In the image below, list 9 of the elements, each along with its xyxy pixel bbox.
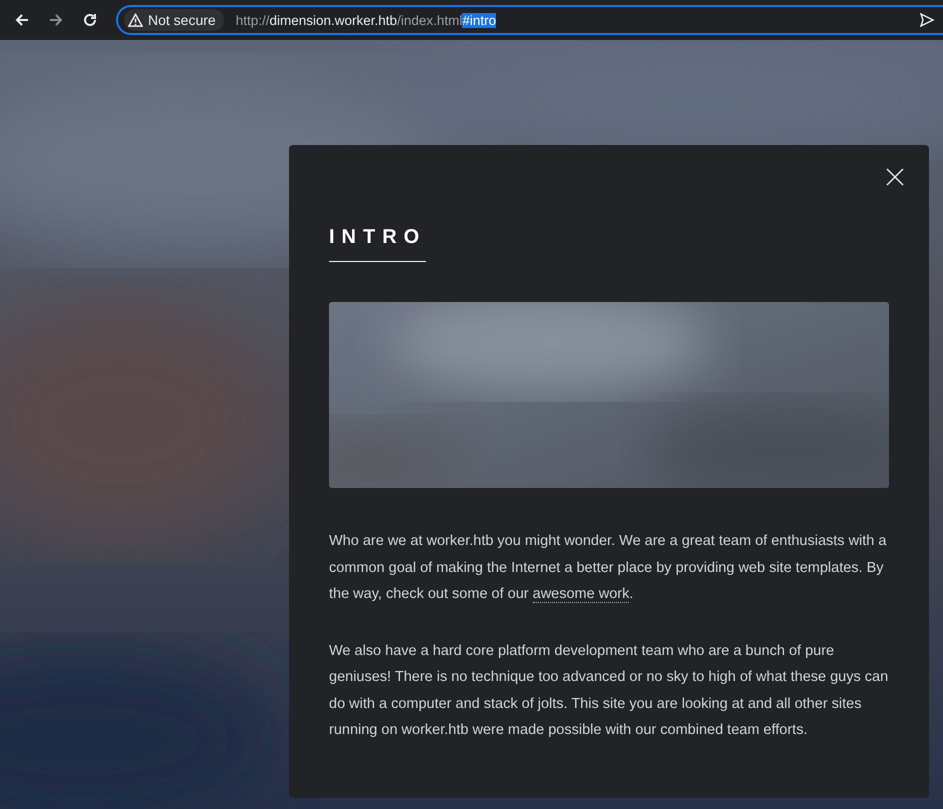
- send-icon[interactable]: [919, 12, 935, 28]
- back-icon[interactable]: [14, 12, 30, 28]
- security-chip[interactable]: Not secure: [124, 9, 224, 31]
- address-bar[interactable]: Not secure http://dimension.worker.htb/index.html#intro: [116, 5, 943, 35]
- reload-icon[interactable]: [82, 12, 98, 28]
- forward-icon[interactable]: [48, 12, 64, 28]
- security-label: Not secure: [148, 12, 216, 28]
- warning-icon: [128, 12, 143, 28]
- url-text: http://dimension.worker.htb/index.html#intro: [236, 12, 498, 28]
